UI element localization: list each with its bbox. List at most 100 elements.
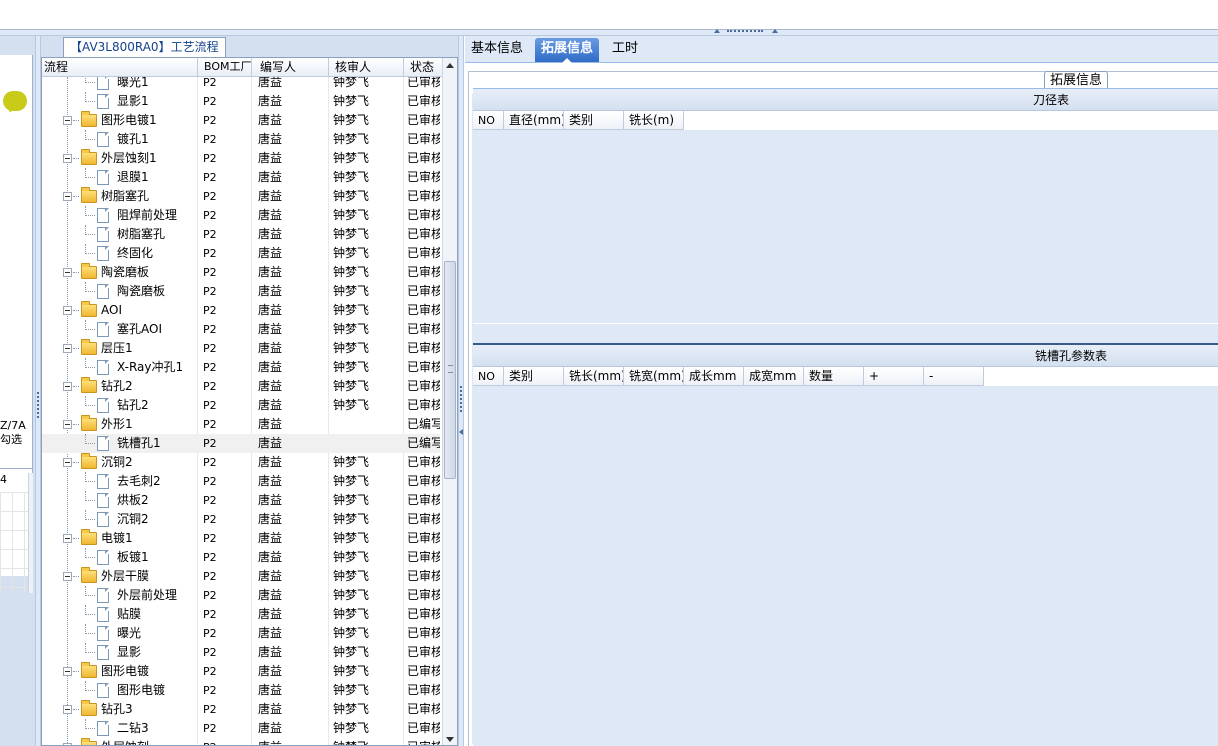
tab-work-hours[interactable]: 工时 [606, 38, 644, 62]
tree-row-step[interactable]: 外层前处理 P2 唐益 钟梦飞 已审核 [42, 586, 440, 605]
tree-row-step[interactable]: X-Ray冲孔1 P2 唐益 钟梦飞 已审核 [42, 358, 440, 377]
left-panel-scrollbar[interactable] [28, 473, 33, 593]
tree-row-step[interactable]: 曝光1 P2 唐益 钟梦飞 已审核 [42, 77, 440, 92]
column-header-mill-length[interactable]: 铣长(mm) [564, 367, 624, 386]
reviewer-cell: 钟梦飞 [333, 683, 370, 697]
tree-row-group[interactable]: 电镀1 P2 唐益 钟梦飞 已审核 [42, 529, 440, 548]
tree-item-label: 贴膜 [117, 607, 142, 621]
splitter-grip-icon[interactable] [727, 30, 763, 34]
tree-row-step[interactable]: 二钻3 P2 唐益 钟梦飞 已审核 [42, 719, 440, 738]
column-header-flow[interactable]: 流程 [42, 58, 198, 77]
tree-vertical-scrollbar[interactable] [442, 58, 457, 745]
left-panel-grid [0, 492, 29, 592]
collapse-toggle-icon[interactable] [63, 420, 72, 429]
reviewer-cell: 钟梦飞 [333, 208, 370, 222]
collapse-toggle-icon[interactable] [63, 382, 72, 391]
tree-row-step[interactable]: 贴膜 P2 唐益 钟梦飞 已审核 [42, 605, 440, 624]
column-header-finished-length[interactable]: 成长mm [684, 367, 744, 386]
splitter-grip-icon[interactable] [37, 392, 39, 418]
tree-row-step[interactable]: 图形电镀 P2 唐益 钟梦飞 已审核 [42, 681, 440, 700]
tree-row-step[interactable]: 铣槽孔1 P2 唐益 已编写 [42, 434, 440, 453]
collapse-toggle-icon[interactable] [63, 344, 72, 353]
tree-row-group[interactable]: 层压1 P2 唐益 钟梦飞 已审核 [42, 339, 440, 358]
tab-basic-info[interactable]: 基本信息 [465, 38, 529, 62]
splitter-grip-icon[interactable] [460, 386, 462, 412]
tree-row-step[interactable]: 镀孔1 P2 唐益 钟梦飞 已审核 [42, 130, 440, 149]
tree-row-step[interactable]: 终固化 P2 唐益 钟梦飞 已审核 [42, 244, 440, 263]
tree-row-step[interactable]: 去毛刺2 P2 唐益 钟梦飞 已审核 [42, 472, 440, 491]
tree-row-step[interactable]: 阻焊前处理 P2 唐益 钟梦飞 已审核 [42, 206, 440, 225]
column-header-category[interactable]: 类别 [564, 111, 624, 130]
tree-row-group[interactable]: 钻孔2 P2 唐益 钟梦飞 已审核 [42, 377, 440, 396]
scroll-down-icon[interactable] [446, 737, 454, 742]
status-cell: 已审核 [407, 569, 440, 583]
tree-item-label: 退膜1 [117, 170, 149, 184]
folder-icon [81, 415, 97, 431]
tree-row-step[interactable]: 塞孔AOI P2 唐益 钟梦飞 已审核 [42, 320, 440, 339]
tree-row-group[interactable]: 图形电镀 P2 唐益 钟梦飞 已审核 [42, 662, 440, 681]
column-header-mill-length[interactable]: 铣长(m) [624, 111, 684, 130]
tree-row-step[interactable]: 显影 P2 唐益 钟梦飞 已审核 [42, 643, 440, 662]
column-header-mill-width[interactable]: 铣宽(mm) [624, 367, 684, 386]
collapse-toggle-icon[interactable] [63, 705, 72, 714]
document-icon [97, 474, 109, 489]
column-header-category[interactable]: 类别 [504, 367, 564, 386]
scroll-up-icon[interactable] [446, 63, 454, 68]
tree-connector-line [85, 443, 95, 444]
tree-row-group[interactable]: 沉铜2 P2 唐益 钟梦飞 已审核 [42, 453, 440, 472]
column-header-no[interactable]: NO [473, 111, 504, 130]
tree-row-group[interactable]: 外形1 P2 唐益 已编写 [42, 415, 440, 434]
tree-row-step[interactable]: 曝光 P2 唐益 钟梦飞 已审核 [42, 624, 440, 643]
column-header-status[interactable]: 状态 [404, 58, 442, 77]
tab-extended-info[interactable]: 拓展信息 [535, 38, 600, 63]
collapse-up-icon[interactable] [714, 29, 720, 33]
tree-row-group[interactable]: 外层蚀刻1 P2 唐益 钟梦飞 已审核 [42, 149, 440, 168]
add-row-button[interactable]: + [864, 367, 924, 386]
reviewer-cell: 钟梦飞 [333, 189, 370, 203]
collapse-toggle-icon[interactable] [63, 458, 72, 467]
tree-row-step[interactable]: 显影1 P2 唐益 钟梦飞 已审核 [42, 92, 440, 111]
column-header-editor[interactable]: 编写人 [252, 58, 329, 77]
tree-row-step[interactable]: 陶瓷磨板 P2 唐益 钟梦飞 已审核 [42, 282, 440, 301]
tree-row-group[interactable]: AOI P2 唐益 钟梦飞 已审核 [42, 301, 440, 320]
left-panel-checkbox-label[interactable]: 勾选 [0, 433, 30, 447]
remove-row-button[interactable]: - [924, 367, 984, 386]
tree-row-step[interactable]: 板镀1 P2 唐益 钟梦飞 已审核 [42, 548, 440, 567]
collapse-up-icon[interactable] [772, 29, 778, 33]
vertical-splitter-right[interactable] [458, 36, 464, 746]
tree-row-step[interactable]: 退膜1 P2 唐益 钟梦飞 已审核 [42, 168, 440, 187]
tree-row-group[interactable]: 图形电镀1 P2 唐益 钟梦飞 已审核 [42, 111, 440, 130]
collapse-toggle-icon[interactable] [63, 667, 72, 676]
collapse-toggle-icon[interactable] [63, 268, 72, 277]
tree-item-label: 曝光1 [117, 77, 149, 89]
column-header-bom[interactable]: BOM工厂 [198, 58, 252, 77]
column-header-diameter[interactable]: 直径(mm) [504, 111, 564, 130]
column-header-quantity[interactable]: 数量 [804, 367, 864, 386]
column-header-reviewer[interactable]: 核审人 [329, 58, 404, 77]
tree-row-group[interactable]: 陶瓷磨板 P2 唐益 钟梦飞 已审核 [42, 263, 440, 282]
collapse-toggle-icon[interactable] [63, 192, 72, 201]
collapse-left-icon[interactable] [459, 429, 463, 435]
tree-row-step[interactable]: 烘板2 P2 唐益 钟梦飞 已审核 [42, 491, 440, 510]
collapse-toggle-icon[interactable] [63, 154, 72, 163]
column-header-no[interactable]: NO [473, 367, 504, 386]
bom-cell: P2 [203, 285, 217, 298]
collapse-toggle-icon[interactable] [63, 534, 72, 543]
tree-row-step[interactable]: 沉铜2 P2 唐益 钟梦飞 已审核 [42, 510, 440, 529]
editor-cell: 唐益 [258, 398, 283, 412]
tree-row-group[interactable]: 钻孔3 P2 唐益 钟梦飞 已审核 [42, 700, 440, 719]
chat-bubble-icon[interactable] [3, 91, 27, 111]
tree-connector-line [85, 557, 95, 558]
tree-row-group[interactable]: 外层干膜 P2 唐益 钟梦飞 已审核 [42, 567, 440, 586]
column-header-finished-width[interactable]: 成宽mm [744, 367, 804, 386]
document-icon [97, 227, 109, 242]
collapse-toggle-icon[interactable] [63, 116, 72, 125]
tree-row-step[interactable]: 钻孔2 P2 唐益 钟梦飞 已审核 [42, 396, 440, 415]
collapse-toggle-icon[interactable] [63, 306, 72, 315]
scrollbar-thumb[interactable] [444, 261, 456, 479]
tree-row-step[interactable]: 树脂塞孔 P2 唐益 钟梦飞 已审核 [42, 225, 440, 244]
status-cell: 已审核 [407, 303, 440, 317]
tree-row-group[interactable]: 外层蚀刻 P2唐益钟梦飞已审核 [42, 738, 440, 745]
tree-row-group[interactable]: 树脂塞孔 P2 唐益 钟梦飞 已审核 [42, 187, 440, 206]
collapse-toggle-icon[interactable] [63, 572, 72, 581]
